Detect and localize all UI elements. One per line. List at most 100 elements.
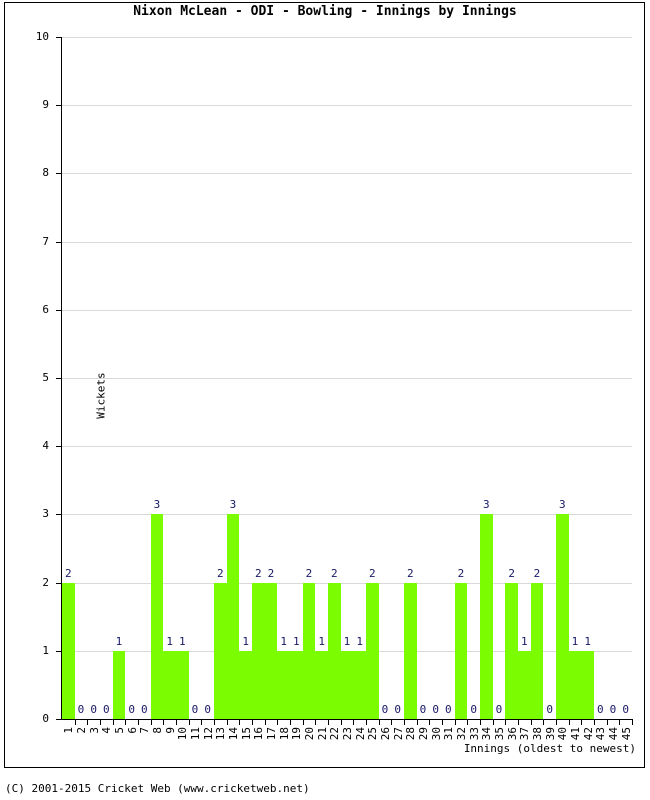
- bar-value-label: 0: [141, 703, 148, 716]
- x-tick-label: 41: [569, 727, 582, 741]
- x-tick-mark: [543, 720, 545, 725]
- x-tick-label: 3: [87, 727, 101, 734]
- x-axis-line: [61, 719, 633, 720]
- bar-value-label: 3: [483, 498, 490, 512]
- bar-value-label: 2: [369, 566, 376, 580]
- x-tick-mark: [467, 720, 469, 725]
- x-tick-label: 32: [455, 727, 468, 741]
- x-tick-label: 37: [518, 727, 532, 741]
- x-tick-mark: [328, 720, 329, 725]
- x-tick-label: 17: [265, 727, 278, 741]
- x-tick-label: 1: [62, 727, 76, 734]
- bar-value-label: 2: [533, 566, 541, 580]
- y-gridline: [62, 37, 632, 38]
- x-tick-mark: [581, 720, 583, 725]
- y-tick-label: 3: [42, 507, 49, 521]
- bar-value-label: 1: [179, 634, 186, 648]
- x-tick-label: 35: [493, 727, 506, 741]
- x-tick-label: 23: [341, 727, 354, 741]
- x-tick-mark: [568, 720, 570, 725]
- bar: [568, 650, 582, 719]
- bar-value-label: 1: [242, 634, 249, 648]
- x-tick-mark: [125, 720, 127, 725]
- y-gridline: [62, 378, 632, 379]
- x-tick-label: 19: [290, 727, 304, 741]
- x-tick-mark: [252, 720, 253, 725]
- x-tick-mark: [353, 720, 355, 725]
- bar-value-label: 0: [103, 703, 110, 716]
- y-tick-label: 7: [42, 234, 49, 248]
- bar-value-label: 2: [508, 566, 515, 580]
- bar-value-label: 3: [153, 498, 161, 512]
- bar-value-label: 0: [77, 703, 85, 716]
- x-tick-label: 15: [239, 727, 253, 741]
- x-tick-label: 39: [543, 727, 557, 741]
- bar-value-label: 0: [394, 703, 401, 716]
- bar: [226, 514, 240, 719]
- x-tick-label: 7: [138, 727, 152, 734]
- bar: [112, 650, 126, 719]
- bar: [176, 650, 189, 719]
- x-tick-mark: [480, 720, 481, 725]
- bar: [454, 582, 468, 719]
- x-tick-mark: [138, 720, 139, 725]
- bar: [214, 582, 227, 719]
- x-axis-label: Innings (oldest to newest): [463, 742, 636, 755]
- x-tick-label: 6: [125, 727, 139, 734]
- bar: [404, 582, 417, 719]
- bar-value-label: 0: [470, 703, 477, 716]
- x-tick-mark: [290, 720, 291, 725]
- bar: [366, 582, 379, 719]
- x-tick-label: 14: [227, 727, 240, 741]
- x-tick-label: 44: [607, 727, 620, 741]
- x-tick-mark: [226, 720, 228, 725]
- x-tick-label: 18: [277, 727, 291, 741]
- x-tick-label: 16: [252, 727, 266, 741]
- bar-value-label: 3: [229, 498, 237, 512]
- bar-value-label: 1: [521, 634, 528, 648]
- x-tick-label: 25: [366, 727, 380, 741]
- bar: [480, 514, 493, 719]
- bar-value-label: 0: [191, 703, 199, 716]
- x-tick-mark: [530, 720, 532, 725]
- bar: [340, 650, 354, 719]
- bar: [518, 650, 531, 719]
- bar-value-label: 1: [343, 634, 351, 648]
- page-title: Nixon McLean - ODI - Bowling - Innings b…: [133, 4, 517, 19]
- bar-value-label: 0: [128, 703, 135, 716]
- bar: [62, 582, 75, 719]
- x-tick-mark: [188, 720, 190, 725]
- bar: [530, 582, 544, 719]
- bar-value-label: 3: [559, 498, 566, 512]
- y-tick-label: 6: [42, 302, 49, 316]
- y-tick-mark: [56, 719, 62, 720]
- y-gridline: [62, 582, 632, 584]
- x-tick-mark: [505, 720, 507, 725]
- bar-value-label: 1: [318, 634, 325, 648]
- x-tick-mark: [315, 720, 317, 725]
- bar-value-label: 0: [597, 703, 604, 716]
- x-tick-label: 10: [176, 727, 190, 741]
- y-gridline: [62, 309, 632, 311]
- x-tick-mark: [492, 720, 494, 725]
- y-tick-label: 4: [42, 439, 49, 453]
- y-axis-label: Wickets: [94, 372, 108, 419]
- x-tick-mark: [87, 720, 89, 725]
- x-tick-mark: [74, 720, 76, 725]
- x-tick-label: 42: [581, 727, 595, 741]
- bar-value-label: 0: [495, 703, 503, 716]
- x-tick-label: 36: [505, 727, 519, 741]
- bar-value-label: 1: [571, 634, 579, 648]
- y-tick-label: 10: [35, 30, 49, 43]
- x-tick-label: 33: [467, 727, 481, 741]
- y-tick-mark: [56, 173, 62, 175]
- bar-value-label: 0: [546, 703, 553, 716]
- x-tick-mark: [416, 720, 418, 725]
- y-tick-mark: [56, 105, 62, 107]
- x-tick-mark: [100, 720, 101, 725]
- y-tick-mark: [56, 37, 62, 38]
- bar-value-label: 1: [356, 634, 363, 648]
- x-tick-mark: [264, 720, 266, 725]
- bar-value-label: 0: [381, 703, 389, 716]
- bar: [302, 582, 316, 719]
